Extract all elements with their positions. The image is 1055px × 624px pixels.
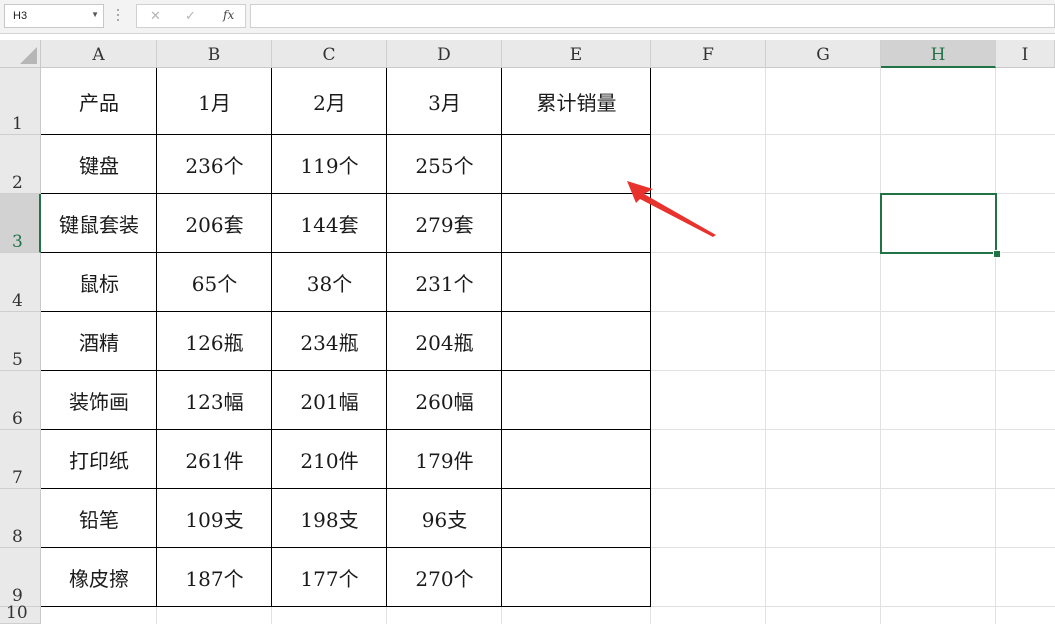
red-pointer-arrow-icon xyxy=(627,181,716,237)
